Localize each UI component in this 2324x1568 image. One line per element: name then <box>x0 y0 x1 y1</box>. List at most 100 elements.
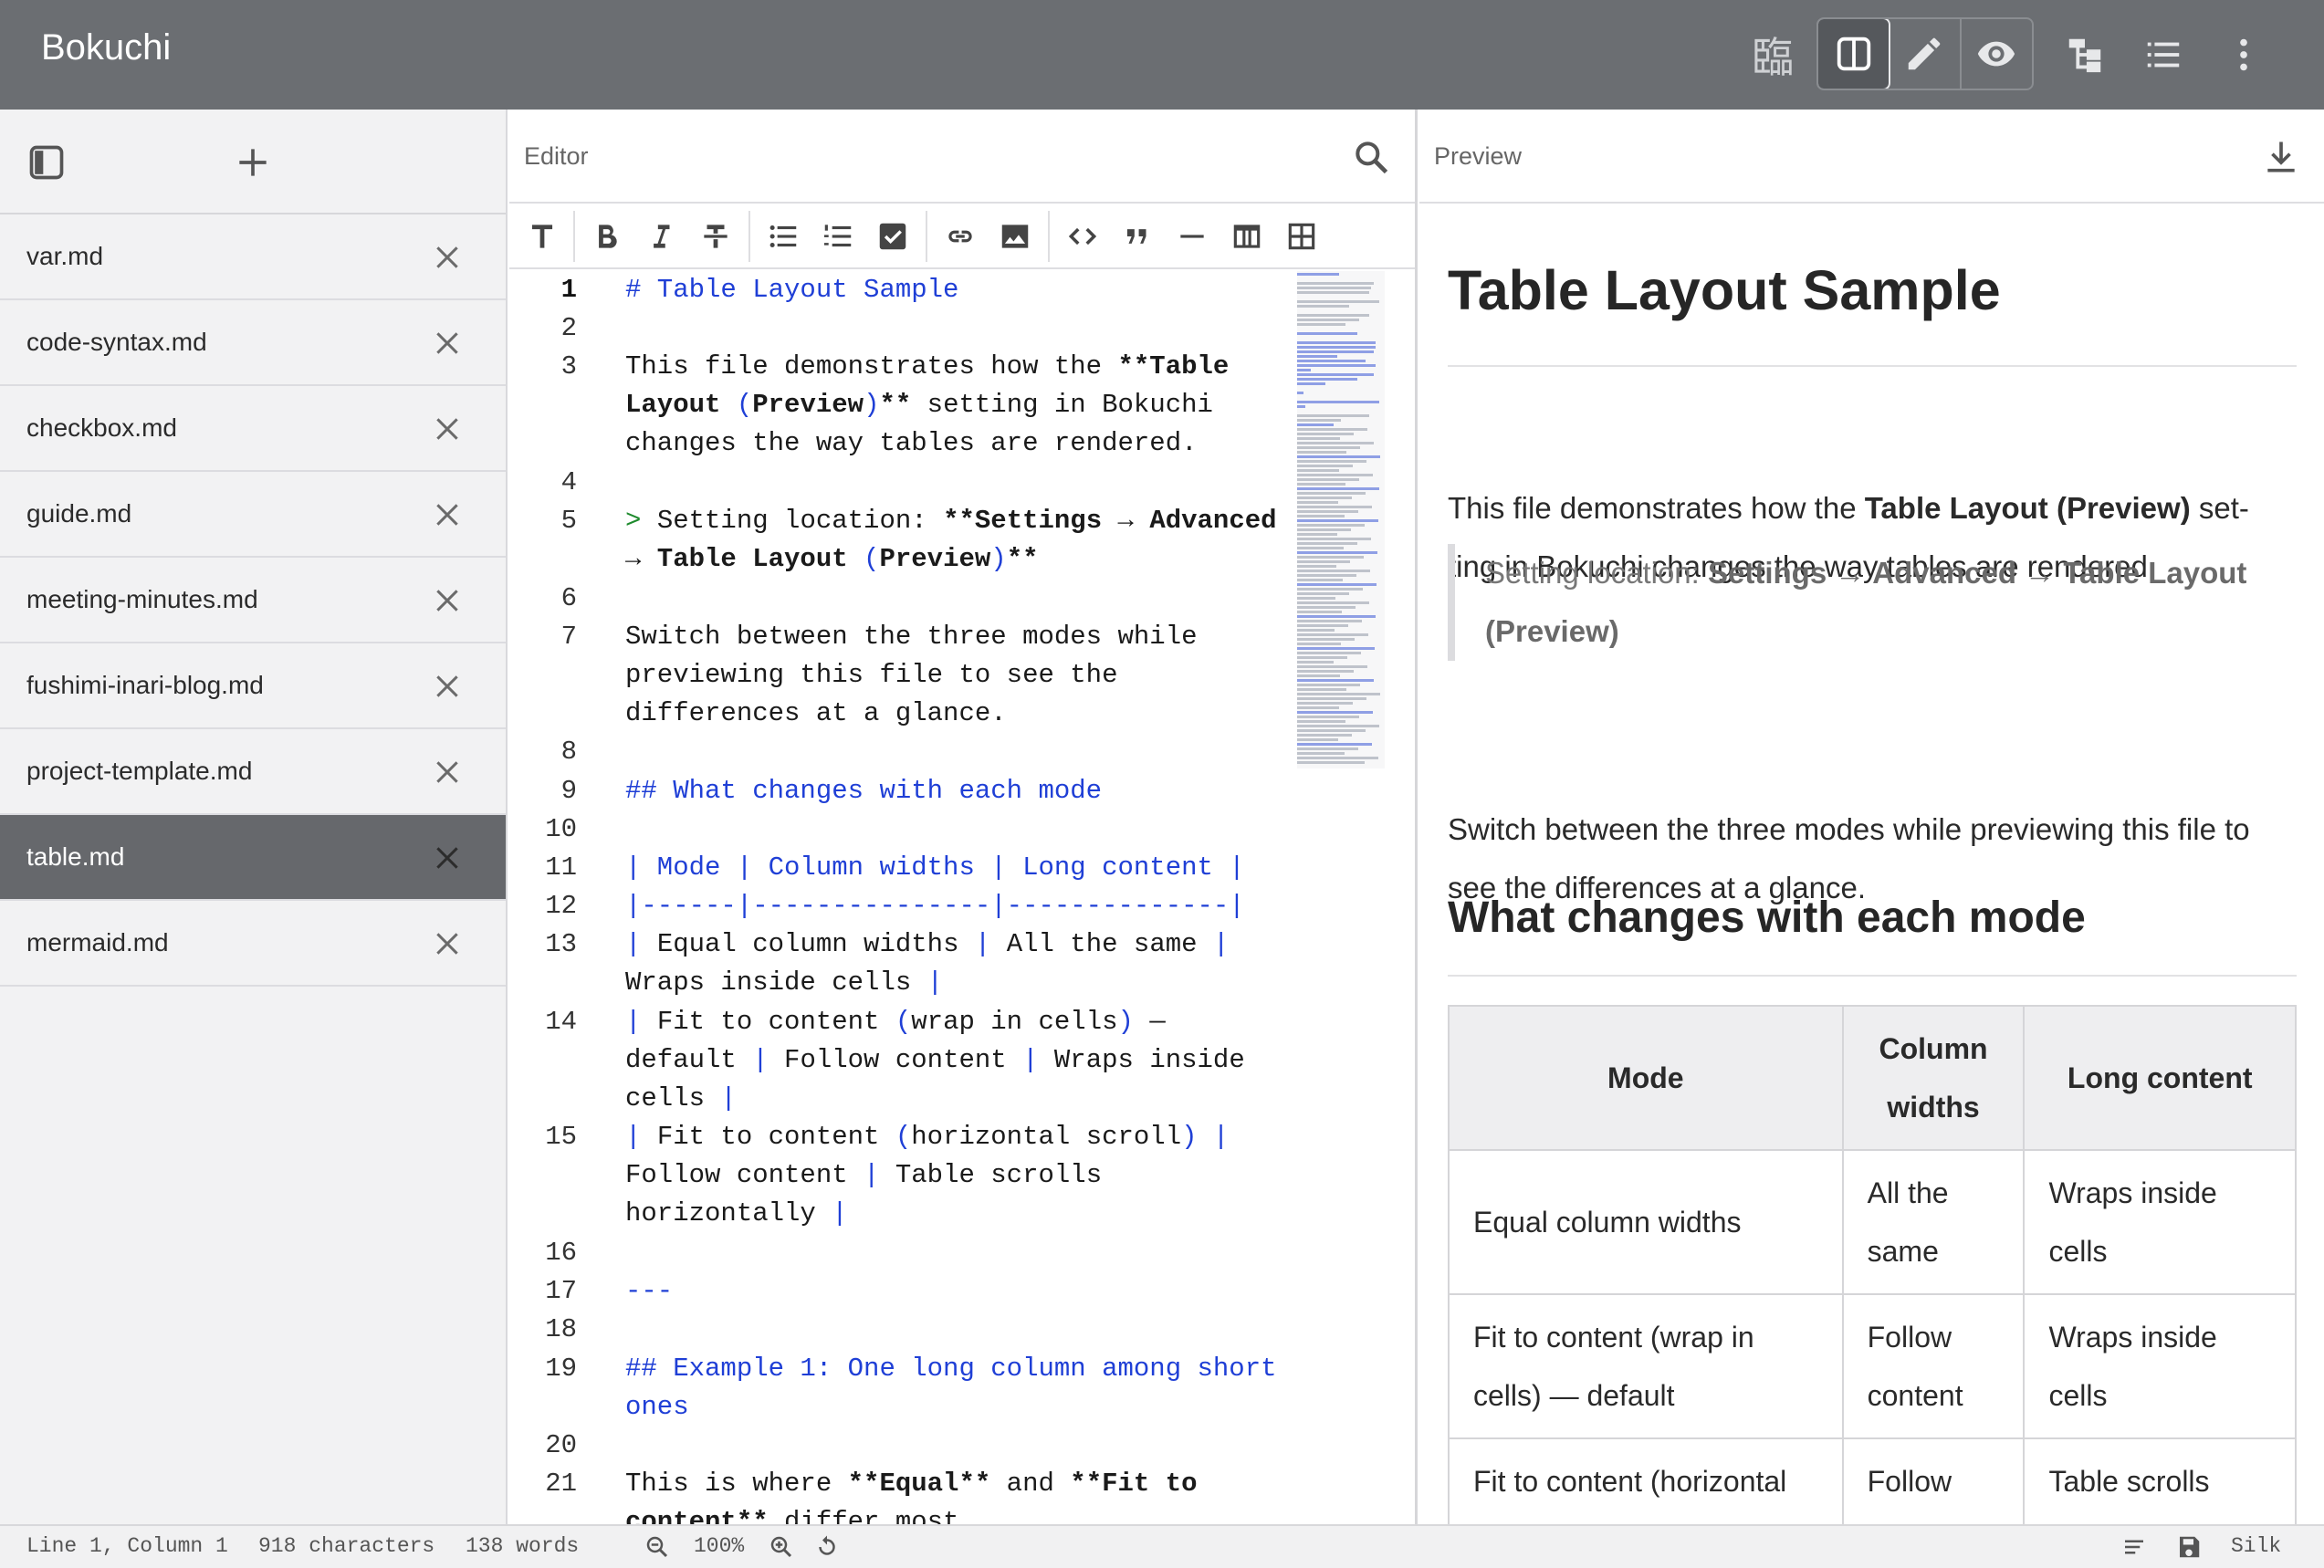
minimap-line <box>1297 360 1366 362</box>
preview-view-button[interactable] <box>1962 19 2032 89</box>
file-item[interactable]: project-template.md <box>0 729 506 815</box>
minimap-line <box>1297 519 1378 522</box>
code-token: ( <box>895 1006 912 1037</box>
file-item[interactable]: table.md <box>0 815 506 901</box>
bold-tool[interactable] <box>584 214 628 258</box>
close-file-button[interactable] <box>427 838 467 878</box>
close-file-button[interactable] <box>427 666 467 706</box>
minimap-line <box>1297 364 1376 367</box>
line-number: 7 <box>560 621 577 652</box>
list-button[interactable] <box>2132 24 2194 86</box>
code-token: --- <box>625 1276 674 1307</box>
code-tool[interactable] <box>1061 214 1104 258</box>
table-column-tool[interactable] <box>1225 214 1269 258</box>
minimap-line <box>1297 542 1357 545</box>
code-token: | <box>625 929 657 960</box>
edit-view-button[interactable] <box>1889 19 1962 89</box>
toolbar-separator <box>1048 211 1050 262</box>
close-file-button[interactable] <box>427 409 467 449</box>
line-number: 17 <box>545 1276 577 1307</box>
checkbox-tool[interactable] <box>871 214 915 258</box>
minimap-line <box>1297 533 1337 536</box>
file-item[interactable]: mermaid.md <box>0 901 506 987</box>
save-button[interactable] <box>2172 1531 2205 1563</box>
zoom-out-button[interactable] <box>641 1531 674 1563</box>
export-button[interactable] <box>2257 133 2305 181</box>
file-item[interactable]: checkbox.md <box>0 386 506 472</box>
more-menu-button[interactable] <box>2213 24 2275 86</box>
minimap-line <box>1297 401 1380 403</box>
eye-icon <box>1978 41 2015 67</box>
heading-tool[interactable] <box>520 214 564 258</box>
minimap-line <box>1297 455 1380 458</box>
minimap-line <box>1297 652 1361 654</box>
link-icon <box>948 230 972 243</box>
preview-table: Mode Column widths Long content Equal co… <box>1448 1005 2297 1524</box>
code-token: ## What changes with each mode <box>625 775 1103 806</box>
heading-divider <box>1448 975 2297 977</box>
bullet-list-tool[interactable] <box>761 214 805 258</box>
minimap-line <box>1297 414 1370 417</box>
close-file-button[interactable] <box>427 237 467 277</box>
minimap-line <box>1297 693 1380 695</box>
close-icon <box>436 504 458 526</box>
quote-tool[interactable] <box>1115 214 1159 258</box>
image-tool[interactable] <box>993 214 1037 258</box>
checkbox-icon <box>879 223 906 250</box>
table-tool[interactable] <box>1280 214 1324 258</box>
file-item[interactable]: var.md <box>0 214 506 300</box>
close-file-button[interactable] <box>427 495 467 535</box>
close-icon <box>436 933 458 955</box>
minimap[interactable] <box>1297 271 1385 768</box>
table-cell: Fit to content (wrap in cells) — default <box>1448 1293 1844 1439</box>
kanji-icon[interactable]: 臨 <box>1742 24 1804 86</box>
toggle-sidebar-button[interactable] <box>19 135 74 190</box>
new-file-button[interactable] <box>225 135 280 190</box>
code-editor[interactable]: 1 # Table Layout Sample 2 3 This file demons… <box>509 271 1413 1524</box>
zoom-reset-button[interactable] <box>811 1531 843 1563</box>
minimap-line <box>1297 538 1371 540</box>
minimap-line <box>1297 716 1359 718</box>
italic-tool[interactable] <box>639 214 683 258</box>
horizontal-rule-tool[interactable] <box>1170 214 1214 258</box>
sidebar-toggle-icon <box>29 145 64 180</box>
minimap-line <box>1297 684 1360 686</box>
numbered-list-tool[interactable] <box>816 214 860 258</box>
minimap-line <box>1297 515 1345 517</box>
file-sidebar: var.md code-syntax.md checkbox.md guide.md m… <box>0 110 508 1524</box>
strikethrough-tool[interactable] <box>694 214 738 258</box>
table-cell: Follow content <box>1841 1293 2026 1439</box>
minimap-line <box>1297 442 1374 444</box>
code-token: | <box>720 1082 737 1113</box>
search-button[interactable] <box>1347 133 1395 181</box>
close-file-button[interactable] <box>427 323 467 363</box>
search-icon <box>1356 141 1388 174</box>
close-file-button[interactable] <box>427 752 467 792</box>
minimap-line <box>1297 738 1338 741</box>
split-view-button[interactable] <box>1818 19 1891 89</box>
link-tool[interactable] <box>938 214 982 258</box>
sidebar-header <box>0 110 506 214</box>
format-toolbar <box>509 204 1415 269</box>
close-file-button[interactable] <box>427 924 467 964</box>
file-item[interactable]: meeting-minutes.md <box>0 558 506 643</box>
table-row: Fit to content (horizontal scroll) Follo… <box>1448 1437 2297 1524</box>
close-icon <box>436 761 458 783</box>
file-name: project-template.md <box>26 757 253 785</box>
wrap-toggle-button[interactable] <box>2118 1531 2151 1563</box>
outline-tree-button[interactable] <box>2054 24 2116 86</box>
minimap-line <box>1297 643 1341 645</box>
minimap-line <box>1297 674 1340 677</box>
minimap-line <box>1297 757 1378 759</box>
zoom-in-button[interactable] <box>765 1531 798 1563</box>
minimap-line <box>1297 287 1372 289</box>
table-row: Equal column widths All the same Wraps i… <box>1448 1149 2297 1295</box>
file-item[interactable]: code-syntax.md <box>0 300 506 386</box>
code-text: This file demonstrates how the **Table L… <box>625 348 1282 463</box>
minimap-line <box>1297 341 1376 344</box>
file-item[interactable]: guide.md <box>0 472 506 558</box>
close-file-button[interactable] <box>427 580 467 621</box>
code-token: Setting location: <box>656 506 944 537</box>
file-item[interactable]: fushimi-inari-blog.md <box>0 643 506 729</box>
theme-name[interactable]: Silk <box>2231 1534 2281 1558</box>
